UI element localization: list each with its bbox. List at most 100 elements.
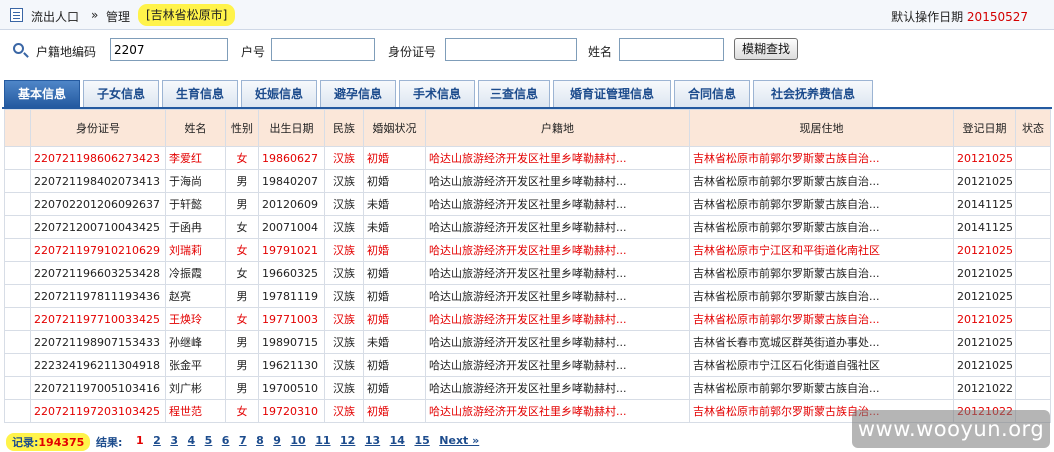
table-row[interactable]: 220721196603253428 冷振霞女 19660325 汉族 初婚 哈达山旅游经… xyxy=(4,261,1051,285)
row-checkbox-cell xyxy=(4,330,31,354)
gender-cell: 女 xyxy=(225,399,259,423)
marital-status-cell: 初婚 xyxy=(363,399,426,423)
table-row[interactable]: 220721198606273423 李爱红女 19860627 汉族 初婚 哈达山旅游经… xyxy=(4,146,1051,170)
op-date-value: 20150527 xyxy=(966,10,1028,24)
marital-status-cell: 初婚 xyxy=(363,169,426,193)
col-status[interactable]: 状态 xyxy=(1015,109,1051,147)
status-cell xyxy=(1015,353,1051,377)
id-number-label: 身份证号 xyxy=(388,45,437,59)
register-date-cell: 20121022 xyxy=(953,376,1016,400)
fuzzy-search-button[interactable]: 模糊查找 xyxy=(734,38,798,60)
name-cell: 王焕玲 xyxy=(165,307,226,331)
register-date-cell: 20121025 xyxy=(953,307,1016,331)
page-link-9[interactable]: 9 xyxy=(273,434,281,447)
household-address-cell: 哈达山旅游经济开发区社里乡哮勒赫村... xyxy=(425,307,690,331)
tab-marriage-cert-info[interactable]: 婚育证管理信息 xyxy=(553,80,671,107)
page-link-3[interactable]: 3 xyxy=(170,434,178,447)
breadcrumb-outflow-population[interactable]: 流出人口 xyxy=(31,8,79,25)
page-link-10[interactable]: 10 xyxy=(290,434,305,447)
col-ethnicity[interactable]: 民族 xyxy=(324,109,364,147)
birth-date-cell: 19660325 xyxy=(258,261,325,285)
name-cell: 孙继峰 xyxy=(165,330,226,354)
birth-date-cell: 19860627 xyxy=(258,146,325,170)
id-number-cell: 220721198907153433 xyxy=(30,330,166,354)
status-cell xyxy=(1015,261,1051,285)
gender-cell: 男 xyxy=(225,192,259,216)
page-link-8[interactable]: 8 xyxy=(256,434,264,447)
tab-birth-info[interactable]: 生育信息 xyxy=(162,80,238,107)
page-link-13[interactable]: 13 xyxy=(365,434,380,447)
tab-pregnancy-info[interactable]: 妊娠信息 xyxy=(241,80,317,107)
table-row[interactable]: 220721198907153433 孙继峰男 19890715 汉族 未婚 哈达山旅游经… xyxy=(4,330,1051,354)
page-link-5[interactable]: 5 xyxy=(205,434,213,447)
current-address-cell: 吉林省松原市前郭尔罗斯蒙古族自治... xyxy=(689,261,954,285)
household-number-input[interactable] xyxy=(271,38,375,61)
gender-cell: 男 xyxy=(225,330,259,354)
tab-surgery-info[interactable]: 手术信息 xyxy=(399,80,475,107)
ethnicity-cell: 汉族 xyxy=(324,353,364,377)
col-household-address[interactable]: 户籍地 xyxy=(425,109,690,147)
record-count: 194375 xyxy=(38,436,85,449)
id-number-cell: 220721197811193436 xyxy=(30,284,166,308)
row-checkbox-cell xyxy=(4,353,31,377)
register-date-cell: 20121025 xyxy=(953,146,1016,170)
page-link-2[interactable]: 2 xyxy=(153,434,161,447)
col-birth-date[interactable]: 出生日期 xyxy=(258,109,325,147)
page-link-15[interactable]: 15 xyxy=(414,434,429,447)
tab-three-checks-info[interactable]: 三查信息 xyxy=(478,80,550,107)
ethnicity-cell: 汉族 xyxy=(324,238,364,262)
ethnicity-cell: 汉族 xyxy=(324,284,364,308)
breadcrumb-manage[interactable]: 管理 xyxy=(106,8,130,25)
col-register-date[interactable]: 登记日期 xyxy=(953,109,1016,147)
col-marital-status[interactable]: 婚姻状况 xyxy=(363,109,426,147)
table-header-row: 身份证号 姓名 性别 出生日期 民族 婚姻状况 户籍地 现居住地 登记日期 状态 xyxy=(4,109,1051,147)
table-row[interactable]: 220721197910210629 刘瑞莉女 19791021 汉族 初婚 哈达山旅游经… xyxy=(4,238,1051,262)
tab-children-info[interactable]: 子女信息 xyxy=(83,80,159,107)
id-number-cell: 220721197005103416 xyxy=(30,376,166,400)
status-cell xyxy=(1015,376,1051,400)
col-gender[interactable]: 性别 xyxy=(225,109,259,147)
page-link-1[interactable]: 1 xyxy=(136,434,144,447)
table-row[interactable]: 220721198402073413 于海尚男 19840207 汉族 初婚 哈达山旅游经… xyxy=(4,169,1051,193)
marital-status-cell: 初婚 xyxy=(363,284,426,308)
table-row[interactable]: 220721200710043425 于函冉女 20071004 汉族 未婚 哈达山旅游经… xyxy=(4,215,1051,239)
register-date-cell: 20121025 xyxy=(953,261,1016,285)
col-id-number[interactable]: 身份证号 xyxy=(30,109,166,147)
col-current-address[interactable]: 现居住地 xyxy=(689,109,954,147)
col-name[interactable]: 姓名 xyxy=(165,109,226,147)
current-address-cell: 吉林省松原市前郭尔罗斯蒙古族自治... xyxy=(689,376,954,400)
name-cell: 于轩懿 xyxy=(165,192,226,216)
row-checkbox-cell xyxy=(4,192,31,216)
table-row[interactable]: 220721197005103416 刘广彬男 19700510 汉族 初婚 哈达山旅游经… xyxy=(4,376,1051,400)
table-row[interactable]: 222324196211304918 张金平男 19621130 汉族 初婚 哈达山旅游经… xyxy=(4,353,1051,377)
status-cell xyxy=(1015,192,1051,216)
page-link-11[interactable]: 11 xyxy=(315,434,330,447)
birth-date-cell: 20071004 xyxy=(258,215,325,239)
table-row[interactable]: 220721197710033425 王焕玲女 19771003 汉族 初婚 哈达山旅游经… xyxy=(4,307,1051,331)
table-row[interactable]: 220721197811193436 赵亮男 19781119 汉族 初婚 哈达山旅游经济… xyxy=(4,284,1051,308)
household-code-input[interactable] xyxy=(110,38,228,61)
gender-cell: 女 xyxy=(225,261,259,285)
marital-status-cell: 初婚 xyxy=(363,146,426,170)
page-link-14[interactable]: 14 xyxy=(390,434,405,447)
tab-contraception-info[interactable]: 避孕信息 xyxy=(320,80,396,107)
page-link-4[interactable]: 4 xyxy=(187,434,195,447)
current-address-cell: 吉林省松原市前郭尔罗斯蒙古族自治... xyxy=(689,284,954,308)
birth-date-cell: 19791021 xyxy=(258,238,325,262)
page-link-7[interactable]: 7 xyxy=(239,434,247,447)
ethnicity-cell: 汉族 xyxy=(324,330,364,354)
gender-cell: 男 xyxy=(225,376,259,400)
page-link-6[interactable]: 6 xyxy=(222,434,230,447)
table-row[interactable]: 220702201206092637 于轩懿男 20120609 汉族 未婚 哈达山旅游经… xyxy=(4,192,1051,216)
name-cell: 于海尚 xyxy=(165,169,226,193)
tab-basic-info[interactable]: 基本信息 xyxy=(4,80,80,107)
name-label: 姓名 xyxy=(588,45,613,59)
current-address-cell: 吉林省松原市宁江区石化街道自强社区 xyxy=(689,353,954,377)
name-input[interactable] xyxy=(619,38,724,61)
tab-contract-info[interactable]: 合同信息 xyxy=(674,80,750,107)
gender-cell: 男 xyxy=(225,353,259,377)
page-link-12[interactable]: 12 xyxy=(340,434,355,447)
id-number-input[interactable] xyxy=(445,38,577,61)
tab-social-fee-info[interactable]: 社会抚养费信息 xyxy=(753,80,873,107)
next-page-link[interactable]: Next » xyxy=(439,434,479,447)
